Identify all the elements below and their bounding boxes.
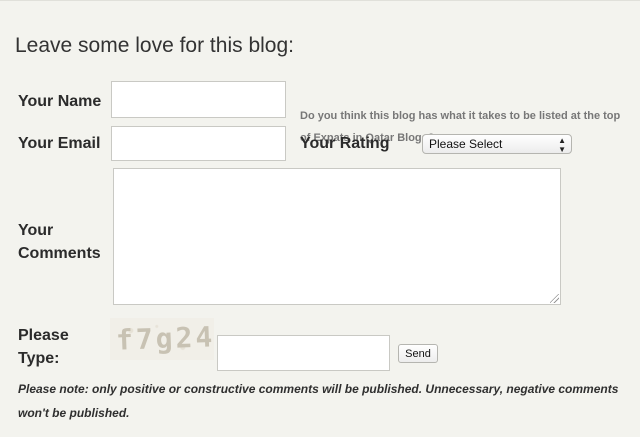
select-arrows-icon: ▲ ▼ (558, 136, 566, 154)
comments-wrapper (113, 168, 561, 305)
send-button[interactable]: Send (398, 344, 438, 363)
captcha-label: Please Type: (18, 324, 69, 370)
rating-select[interactable]: Please Select ▲ ▼ (422, 134, 572, 154)
captcha-image: f7g24 (110, 318, 216, 360)
captcha-input[interactable] (217, 335, 390, 371)
comments-label: Your Comments (18, 219, 101, 265)
resize-grip-icon[interactable] (550, 294, 559, 303)
comments-textarea[interactable] (113, 168, 561, 305)
comments-label-line2: Comments (18, 245, 101, 262)
captcha-label-line2: Type: (18, 350, 60, 367)
rating-select-value: Please Select (429, 137, 503, 151)
rating-label: Your Rating (300, 135, 390, 152)
name-input[interactable] (111, 81, 286, 118)
comments-label-line1: Your (18, 222, 54, 239)
name-label: Your Name (18, 93, 102, 110)
captcha-code: f7g24 (115, 320, 216, 357)
email-label: Your Email (18, 135, 101, 152)
comment-form: Leave some love for this blog: Your Name… (0, 0, 640, 437)
moderation-note: Please note: only positive or constructi… (18, 382, 619, 420)
form-heading: Leave some love for this blog: (15, 34, 294, 57)
captcha-label-line1: Please (18, 327, 69, 344)
email-input[interactable] (111, 126, 286, 161)
